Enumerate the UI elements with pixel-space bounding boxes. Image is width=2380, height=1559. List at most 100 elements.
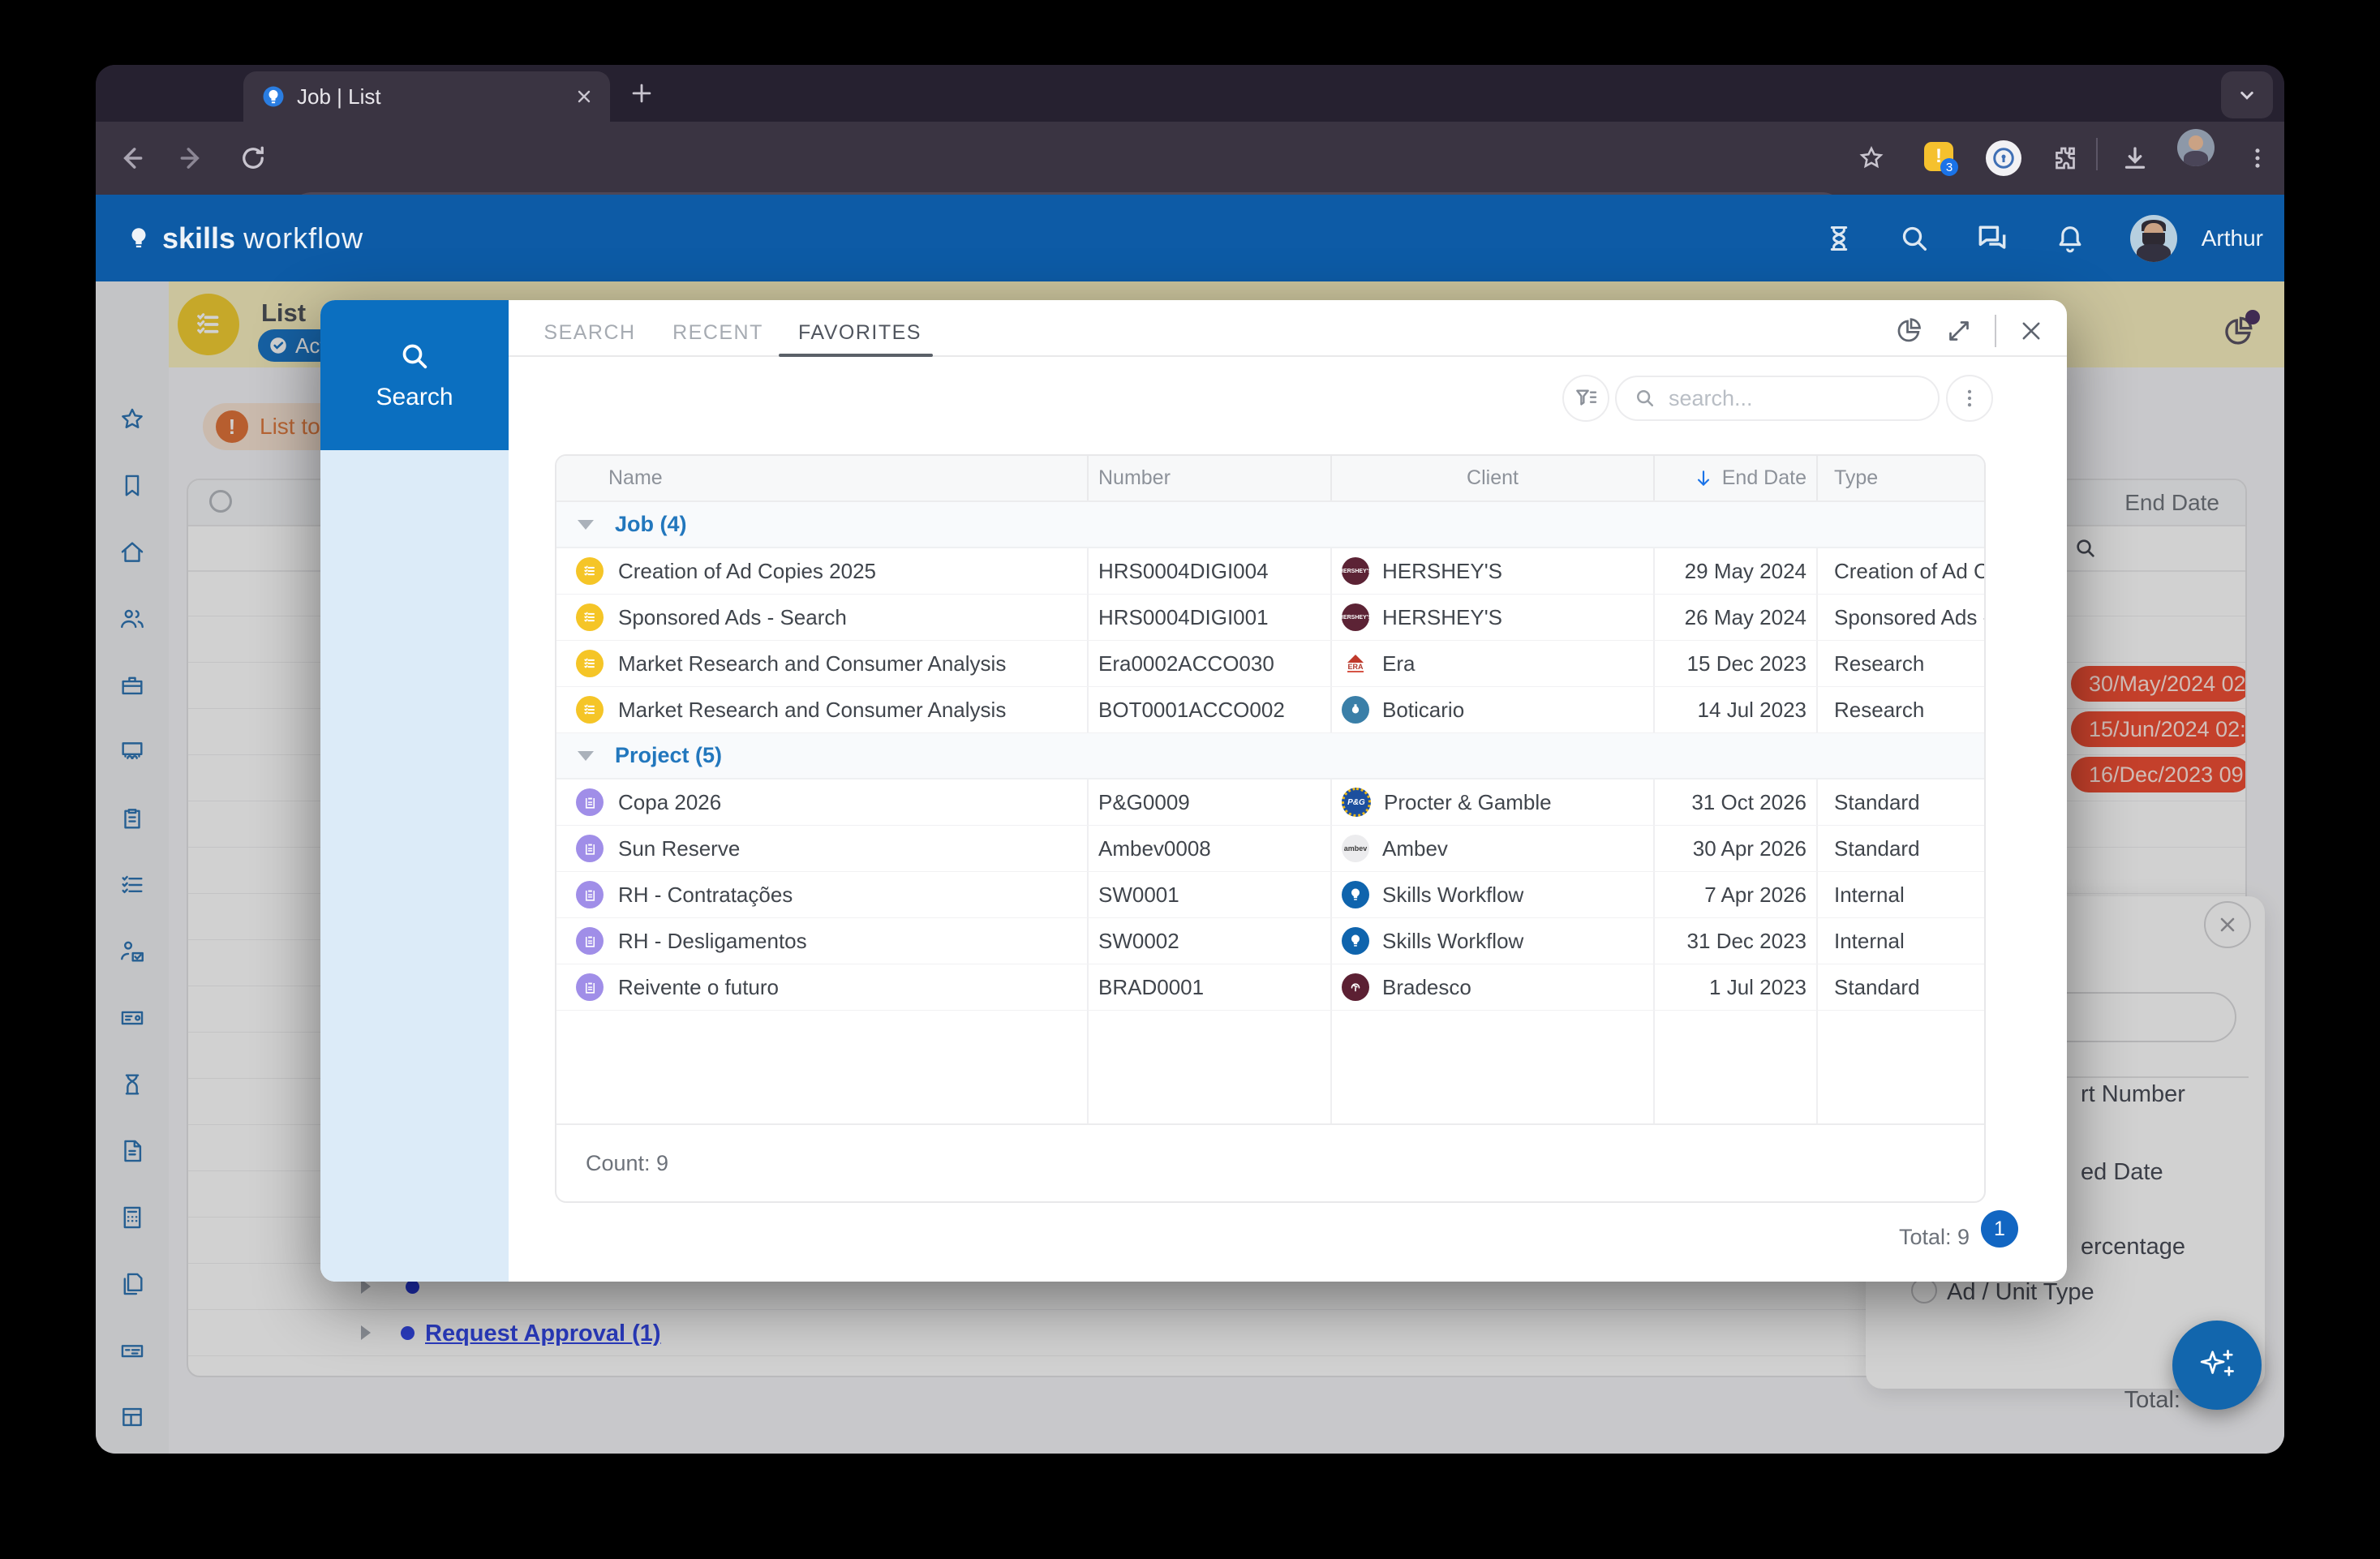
tab-close-icon[interactable] (574, 87, 594, 106)
result-row[interactable]: Market Research and Consumer Analysis Er… (556, 641, 1984, 687)
cell-type: Research (1818, 687, 1984, 732)
tab-recent[interactable]: RECENT (672, 321, 763, 345)
cell-client: Bradesco (1382, 975, 1471, 1000)
group-collapse-icon[interactable] (578, 520, 594, 530)
group-row[interactable]: Job (4) (556, 502, 1984, 548)
pagination-page-1[interactable]: 1 (1981, 1210, 2018, 1248)
app-logo[interactable]: skills workflow (125, 195, 363, 281)
extension-badge: 3 (1940, 158, 1958, 176)
cell-end-date: 31 Dec 2023 (1655, 918, 1818, 964)
user-name: Arthur (2202, 225, 2263, 251)
result-row[interactable]: Sponsored Ads - Search HRS0004DIGI001 HE… (556, 595, 1984, 641)
column-header-name[interactable]: Name (556, 456, 1089, 500)
download-icon[interactable] (2120, 144, 2150, 173)
modal-left-rail (320, 450, 509, 1282)
project-icon (576, 881, 604, 908)
cell-name: Sponsored Ads - Search (618, 605, 847, 630)
filter-button[interactable] (1562, 375, 1609, 422)
result-row[interactable]: Reivente o futuro BRAD0001 Bradesco 1 Ju… (556, 964, 1984, 1011)
back-button[interactable] (115, 143, 146, 174)
tab-search[interactable]: SEARCH (543, 321, 635, 345)
cell-type: Standard (1818, 964, 1984, 1010)
column-header-end-date[interactable]: End Date (1655, 456, 1818, 500)
column-header-number[interactable]: Number (1089, 456, 1332, 500)
cell-number: SW0001 (1089, 872, 1332, 917)
bulb-icon (125, 225, 153, 252)
group-label: Job (4) (615, 512, 687, 537)
cell-type: Internal (1818, 872, 1984, 917)
cell-client: HERSHEY'S (1382, 605, 1502, 630)
search-input-icon (1633, 386, 1657, 410)
cell-name: Market Research and Consumer Analysis (618, 698, 1006, 723)
browser-menu-kebab-icon[interactable] (2244, 144, 2271, 172)
job-icon (576, 650, 604, 677)
global-search-icon[interactable] (1898, 222, 1931, 255)
cell-type: Sponsored Ads - (1818, 595, 1984, 640)
cell-number: BRAD0001 (1089, 964, 1332, 1010)
browser-window: Job | List (96, 65, 2284, 1454)
project-icon (576, 788, 604, 816)
sort-desc-icon (1693, 468, 1714, 489)
timesheet-hourglass-icon[interactable] (1824, 223, 1854, 254)
tab-title: Job | List (297, 84, 381, 110)
results-menu-kebab[interactable] (1946, 375, 1993, 422)
expand-modal-icon[interactable] (1944, 316, 1974, 346)
result-row[interactable]: Market Research and Consumer Analysis BO… (556, 687, 1984, 733)
column-header-type[interactable]: Type (1818, 456, 1984, 500)
results-total: Total: 9 (1899, 1225, 1970, 1250)
modal-search-input[interactable] (1667, 385, 1914, 412)
brand-light: workflow (243, 221, 363, 256)
cell-type: Creation of Ad C (1818, 548, 1984, 594)
cell-end-date: 1 Jul 2023 (1655, 964, 1818, 1010)
cell-end-date: 14 Jul 2023 (1655, 687, 1818, 732)
reload-button[interactable] (238, 144, 268, 173)
user-avatar[interactable] (2130, 215, 2177, 262)
close-modal-icon[interactable] (2017, 317, 2045, 345)
column-header-client[interactable]: Client (1332, 456, 1655, 500)
cell-type: Standard (1818, 780, 1984, 825)
chart-view-pie-icon[interactable] (1894, 316, 1923, 346)
messages-icon[interactable] (1974, 221, 2010, 256)
cell-end-date: 31 Oct 2026 (1655, 780, 1818, 825)
cell-client: Skills Workflow (1382, 883, 1523, 908)
new-tab-button[interactable] (628, 79, 655, 107)
bookmark-star-icon[interactable] (1858, 144, 1885, 172)
cell-client: Ambev (1382, 836, 1448, 861)
toolbar-divider (2096, 138, 2098, 170)
screenshot-root: Job | List (0, 0, 2380, 1559)
forward-button[interactable] (177, 143, 208, 174)
group-label: Project (5) (615, 743, 722, 768)
result-row[interactable]: RH - Contratações SW0001 Skills Workflow… (556, 872, 1984, 918)
job-icon (576, 696, 604, 724)
group-row[interactable]: Project (5) (556, 733, 1984, 780)
project-icon (576, 927, 604, 955)
browser-tabstrip: Job | List (96, 65, 2284, 122)
cell-number: Ambev0008 (1089, 826, 1332, 871)
assistant-fab[interactable] (2172, 1321, 2262, 1410)
tab-search-chevron-button[interactable] (2221, 71, 2273, 118)
browser-tab[interactable]: Job | List (243, 71, 610, 122)
cell-end-date: 15 Dec 2023 (1655, 641, 1818, 686)
client-logo-bradesco (1342, 973, 1369, 1001)
result-row[interactable]: Creation of Ad Copies 2025 HRS0004DIGI00… (556, 548, 1984, 595)
tab-favorites[interactable]: FAVORITES (798, 321, 921, 345)
cell-name: RH - Desligamentos (618, 929, 807, 954)
results-table-header: NameNumberClientEnd DateType (556, 456, 1984, 502)
client-logo-hersheys: HERSHEY'S (1342, 557, 1369, 585)
client-logo-skills-workflow (1342, 927, 1369, 955)
profile-avatar[interactable] (2177, 129, 2215, 166)
cell-name: Creation of Ad Copies 2025 (618, 559, 876, 584)
result-row[interactable]: Copa 2026 P&G0009 P&GProcter & Gamble 31… (556, 780, 1984, 826)
result-row[interactable]: RH - Desligamentos SW0002 Skills Workflo… (556, 918, 1984, 964)
cell-client: Boticario (1382, 698, 1464, 723)
modal-search-box[interactable] (1615, 376, 1940, 421)
modal-search-panel[interactable]: Search (320, 300, 509, 450)
extension-grammar-icon[interactable]: ! 3 (1922, 140, 1958, 176)
extensions-puzzle-icon[interactable] (2051, 144, 2080, 173)
notifications-bell-icon[interactable] (2054, 222, 2086, 255)
brand-bold: skills (162, 221, 235, 256)
client-logo-ambev: ambev (1342, 835, 1369, 862)
result-row[interactable]: Sun Reserve Ambev0008 ambevAmbev 30 Apr … (556, 826, 1984, 872)
extension-password-icon[interactable] (1986, 140, 2021, 176)
group-collapse-icon[interactable] (578, 751, 594, 761)
